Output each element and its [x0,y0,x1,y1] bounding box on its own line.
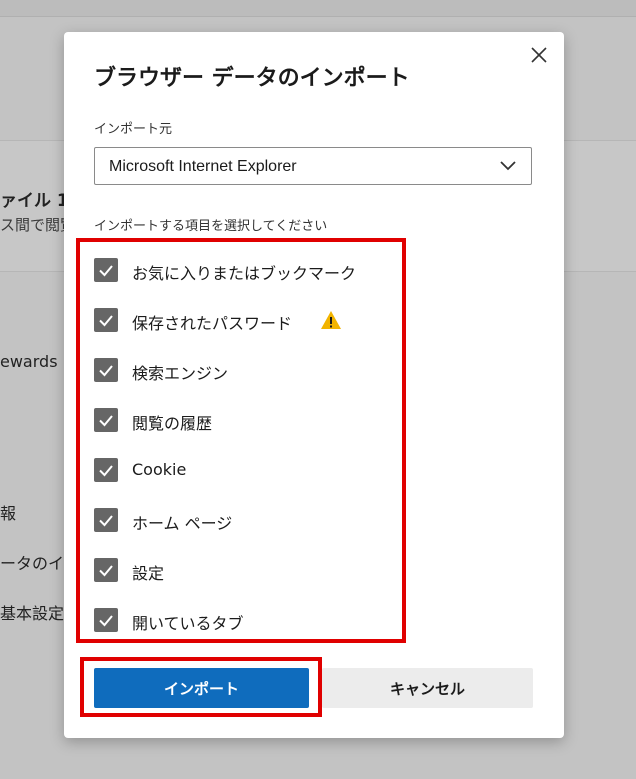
import-source-value: Microsoft Internet Explorer [109,158,297,175]
checkbox-checked-icon [94,458,118,482]
checkbox-checked-icon [94,508,118,532]
cancel-button[interactable]: キャンセル [322,668,533,708]
checkbox-label: 保存されたパスワード [132,314,293,333]
chevron-down-icon [500,161,516,171]
import-source-label: インポート元 [94,122,173,137]
checkbox-label: 設定 [132,564,165,583]
import-button[interactable]: インポート [94,668,309,708]
checkbox-label: 開いているタブ [132,614,244,633]
background-rewards-item: ewards [0,352,58,371]
dialog-title: ブラウザー データのインポート [94,66,410,91]
checkbox-label: Cookie [132,460,187,479]
background-default-settings-item: 基本設定 [0,604,65,623]
checkbox-label: ホーム ページ [132,514,233,533]
import-dialog: ブラウザー データのインポート インポート元 Microsoft Interne… [64,32,564,738]
checkbox-checked-icon [94,408,118,432]
import-source-select[interactable]: Microsoft Internet Explorer [94,147,532,185]
background-top-band [0,0,636,16]
background-info-item: 報 [0,504,17,523]
checkbox-checked-icon [94,608,118,632]
background-divider [0,16,636,17]
checkbox-label: 検索エンジン [132,364,229,383]
checkbox-label: お気に入りまたはブックマーク [132,264,357,283]
checkbox-checked-icon [94,558,118,582]
close-icon [531,47,547,63]
warning-icon [321,311,341,329]
close-button[interactable] [528,44,550,66]
checkbox-checked-icon [94,358,118,382]
items-highlight-box [76,238,406,643]
background-profile-title: ァイル 1 [0,191,69,211]
checkbox-checked-icon [94,258,118,282]
import-items-label: インポートする項目を選択してください [94,219,328,234]
checkbox-label: 閲覧の履歴 [132,414,213,433]
checkbox-checked-icon [94,308,118,332]
